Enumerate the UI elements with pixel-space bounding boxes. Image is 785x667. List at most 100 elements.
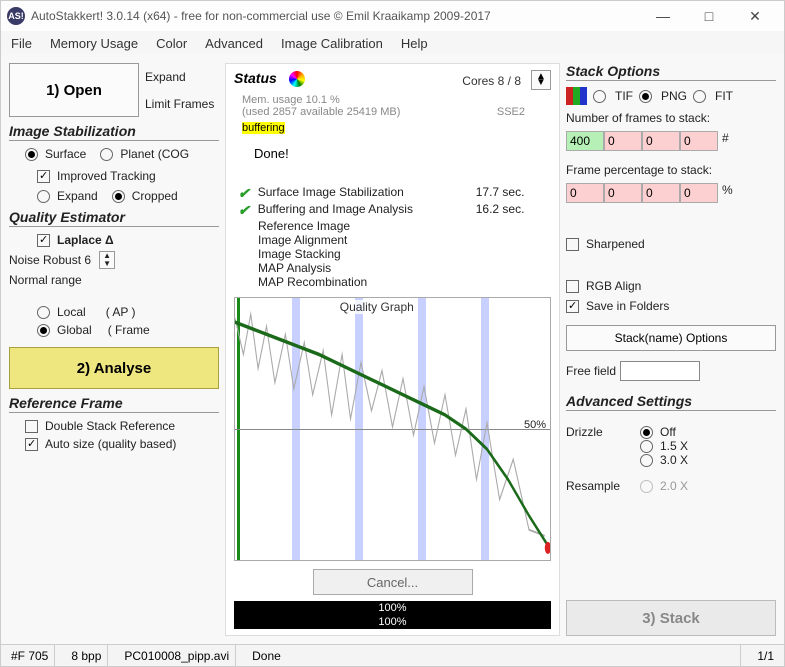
double-stack-checkbox[interactable] — [25, 420, 38, 433]
analyse-button[interactable]: 2) Analyse — [9, 347, 219, 389]
auto-size-checkbox[interactable] — [25, 438, 38, 451]
drizzle-30-radio[interactable] — [640, 454, 653, 467]
rgb-align-label: RGB Align — [586, 279, 641, 293]
improved-tracking-checkbox[interactable] — [37, 170, 50, 183]
resample-20-label: 2.0 X — [660, 479, 688, 493]
status-bpp: 8 bpp — [65, 645, 108, 666]
progress-2: 100% — [234, 615, 551, 629]
status-state: Done — [246, 645, 741, 666]
drizzle-off-label: Off — [660, 425, 676, 439]
image-stabilization-title: Image Stabilization — [9, 123, 219, 141]
noise-robust-stepper[interactable]: ▲▼ — [99, 251, 115, 269]
status-frames: #F 705 — [5, 645, 55, 666]
num-frames-1[interactable] — [566, 131, 604, 151]
fit-radio[interactable] — [693, 90, 706, 103]
drizzle-off-radio[interactable] — [640, 426, 653, 439]
free-field-input[interactable] — [620, 361, 700, 381]
save-folders-label: Save in Folders — [586, 299, 669, 313]
open-expand-link[interactable]: Expand — [145, 70, 219, 84]
status-file: PC010008_pipp.avi — [118, 645, 236, 666]
sharpened-label: Sharpened — [586, 237, 645, 251]
tif-radio[interactable] — [593, 90, 606, 103]
improved-tracking-label: Improved Tracking — [57, 169, 156, 183]
num-frames-2[interactable] — [604, 131, 642, 151]
proc-map-recomb: MAP Recombination — [256, 275, 476, 289]
sharpened-checkbox[interactable] — [566, 238, 579, 251]
done-label: Done! — [254, 146, 462, 161]
app-icon: AS! — [7, 7, 25, 25]
num-frames-3[interactable] — [642, 131, 680, 151]
open-limit-frames-link[interactable]: Limit Frames — [145, 97, 219, 111]
proc-reference: Reference Image — [256, 219, 476, 233]
pct-frames-3[interactable] — [642, 183, 680, 203]
global-radio[interactable] — [37, 324, 50, 337]
stack-button[interactable]: 3) Stack — [566, 600, 776, 636]
hash-label: # — [718, 131, 729, 151]
auto-size-label: Auto size (quality based) — [45, 437, 176, 451]
menu-advanced[interactable]: Advanced — [205, 36, 263, 51]
local-label: Local — [57, 305, 86, 319]
expand-label: Expand — [57, 189, 98, 203]
cropped-label: Cropped — [132, 189, 178, 203]
titlebar: AS! AutoStakkert! 3.0.14 (x64) - free fo… — [1, 1, 784, 31]
menu-file[interactable]: File — [11, 36, 32, 51]
reference-frame-title: Reference Frame — [9, 395, 219, 413]
menu-help[interactable]: Help — [401, 36, 428, 51]
laplace-label: Laplace Δ — [57, 233, 114, 247]
menu-memory[interactable]: Memory Usage — [50, 36, 138, 51]
rgb-square-icon — [566, 87, 587, 105]
maximize-button[interactable]: □ — [686, 2, 732, 30]
png-label: PNG — [661, 89, 687, 103]
check-icon: ✔ — [238, 185, 250, 202]
progress-bars: 100% 100% — [234, 601, 551, 629]
drizzle-15-radio[interactable] — [640, 440, 653, 453]
color-wheel-icon — [289, 71, 305, 87]
frame-hint: ( Frame — [108, 323, 150, 337]
status-pos: 1/1 — [751, 645, 780, 666]
png-radio[interactable] — [639, 90, 652, 103]
progress-1: 100% — [234, 601, 551, 615]
advanced-settings-title: Advanced Settings — [566, 393, 776, 411]
stack-name-options-button[interactable]: Stack(name) Options — [566, 325, 776, 351]
pct-frames-1[interactable] — [566, 183, 604, 203]
menu-color[interactable]: Color — [156, 36, 187, 51]
pct-frames-4[interactable] — [680, 183, 718, 203]
minimize-button[interactable]: — — [640, 2, 686, 30]
laplace-checkbox[interactable] — [37, 234, 50, 247]
cropped-radio[interactable] — [112, 190, 125, 203]
drizzle-15-label: 1.5 X — [660, 439, 688, 453]
local-radio[interactable] — [37, 306, 50, 319]
check-icon: ✔ — [238, 202, 250, 219]
tif-label: TIF — [615, 89, 633, 103]
close-button[interactable]: ✕ — [732, 2, 778, 30]
pct-sign: % — [718, 183, 733, 203]
quality-estimator-title: Quality Estimator — [9, 209, 219, 227]
menu-image-calibration[interactable]: Image Calibration — [281, 36, 383, 51]
mem-usage-detail: (used 2857 available 25419 MB) — [242, 106, 462, 118]
menubar: File Memory Usage Color Advanced Image C… — [1, 31, 784, 55]
resample-20-radio[interactable] — [640, 480, 653, 493]
proc-stacking: Image Stacking — [256, 247, 476, 261]
cancel-button[interactable]: Cancel... — [313, 569, 473, 595]
pct-frames-label: Frame percentage to stack: — [566, 163, 776, 177]
cores-stepper[interactable]: ▲▼ — [531, 70, 551, 90]
free-field-label: Free field — [566, 364, 616, 378]
cores-label: Cores 8 / 8 — [462, 74, 521, 88]
stack-options-title: Stack Options — [566, 63, 776, 81]
normal-range-label: Normal range — [9, 273, 82, 287]
resample-label: Resample — [566, 479, 636, 493]
expand-radio[interactable] — [37, 190, 50, 203]
window-title: AutoStakkert! 3.0.14 (x64) - free for no… — [31, 9, 491, 23]
save-folders-checkbox[interactable] — [566, 300, 579, 313]
surface-radio[interactable] — [25, 148, 38, 161]
sse-label: SSE2 — [462, 106, 525, 118]
pct-frames-2[interactable] — [604, 183, 642, 203]
open-button[interactable]: 1) Open — [9, 63, 139, 117]
proc-buffering-time: 16.2 sec. — [476, 202, 525, 219]
rgb-align-checkbox[interactable] — [566, 280, 579, 293]
proc-buffering: Buffering and Image Analysis — [256, 202, 476, 219]
planet-radio[interactable] — [100, 148, 113, 161]
drizzle-30-label: 3.0 X — [660, 453, 688, 467]
num-frames-4[interactable] — [680, 131, 718, 151]
proc-alignment: Image Alignment — [256, 233, 476, 247]
